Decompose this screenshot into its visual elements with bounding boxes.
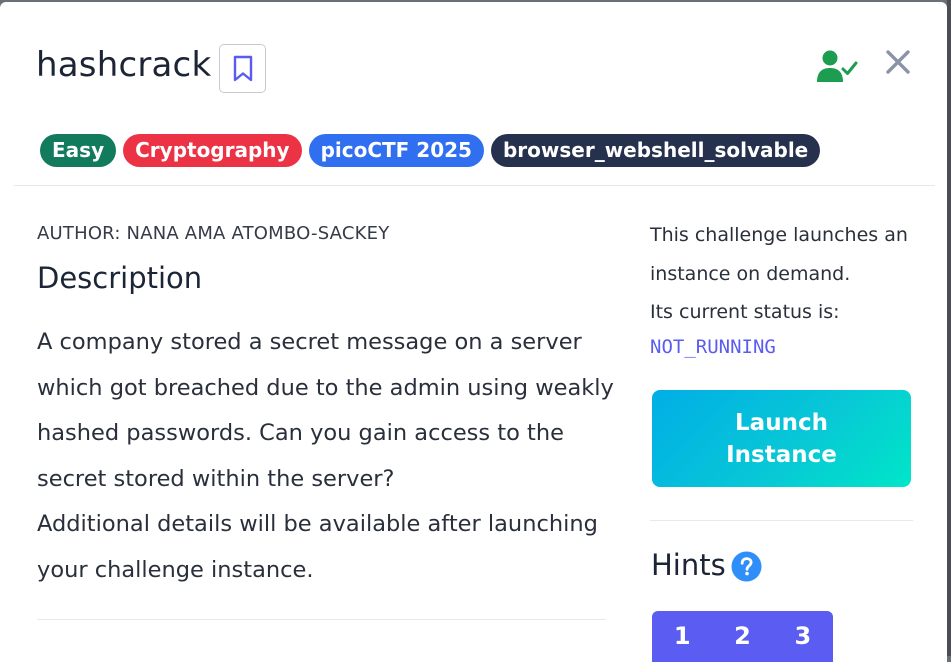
user-check-icon xyxy=(817,50,858,82)
author-label: AUTHOR: NANA AMA ATOMBO-SACKEY xyxy=(37,223,390,244)
tag-webshell[interactable]: browser_webshell_solvable xyxy=(490,134,821,167)
challenge-modal: hashcrack Easy Cryptography picoCTF 2025… xyxy=(0,2,947,662)
hint-tab-2[interactable]: 2 xyxy=(712,611,772,662)
tag-list: Easy Cryptography picoCTF 2025 browser_w… xyxy=(40,134,821,167)
background-edge xyxy=(947,0,951,656)
description-paragraph: Additional details will be available aft… xyxy=(37,511,598,583)
hint-tabs: 1 2 3 xyxy=(652,611,833,662)
hint-tab-1[interactable]: 1 xyxy=(652,611,712,662)
description-body: A company stored a secret message on a s… xyxy=(37,320,627,593)
description-divider xyxy=(37,619,606,620)
instance-status-label: Its current status is: xyxy=(650,301,840,323)
instance-status-value: NOT_RUNNING xyxy=(650,335,776,358)
hints-divider xyxy=(650,520,913,521)
bookmark-icon xyxy=(233,55,252,81)
instance-info: This challenge launches an instance on d… xyxy=(650,224,908,285)
instance-panel: This challenge launches an instance on d… xyxy=(650,216,913,358)
header-divider xyxy=(14,185,935,186)
hint-tab-3[interactable]: 3 xyxy=(773,611,833,662)
hints-heading: Hints xyxy=(651,548,726,582)
bookmark-button[interactable] xyxy=(219,44,266,93)
launch-instance-button[interactable]: Launch Instance xyxy=(652,390,911,487)
tag-category[interactable]: Cryptography xyxy=(123,134,302,167)
tag-difficulty[interactable]: Easy xyxy=(40,134,117,167)
description-heading: Description xyxy=(37,261,203,295)
question-circle-icon[interactable] xyxy=(731,551,762,582)
challenge-title: hashcrack xyxy=(36,45,212,85)
tag-event[interactable]: picoCTF 2025 xyxy=(308,134,484,167)
description-paragraph: A company stored a secret message on a s… xyxy=(37,329,614,492)
close-icon[interactable] xyxy=(885,49,911,75)
